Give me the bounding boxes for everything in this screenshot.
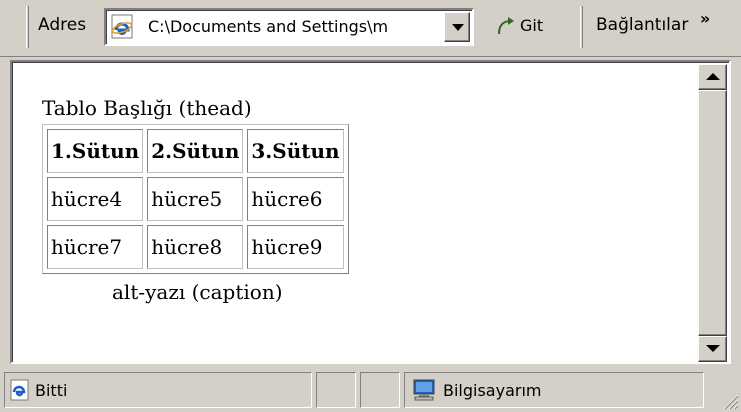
toolbar-grip[interactable] bbox=[580, 6, 583, 48]
scroll-thumb[interactable] bbox=[698, 90, 727, 336]
status-bar: Bitti Bilgisayarım bbox=[0, 368, 741, 412]
address-dropdown-button[interactable] bbox=[444, 12, 470, 42]
ie-page-icon bbox=[10, 379, 29, 401]
table-header-row: 1.Sütun 2.Sütun 3.Sütun bbox=[47, 129, 344, 173]
table-row: hücre7 hücre8 hücre9 bbox=[47, 225, 344, 269]
table-thead-title: Tablo Başlığı (thead) bbox=[42, 96, 252, 120]
table-caption: alt-yazı (caption) bbox=[112, 280, 283, 304]
scroll-up-button[interactable] bbox=[698, 64, 727, 90]
scroll-down-button[interactable] bbox=[698, 336, 727, 362]
demo-table-block: Tablo Başlığı (thead) 1.Sütun 2.Sütun 3.… bbox=[42, 96, 349, 304]
table-cell: hücre9 bbox=[247, 225, 344, 269]
address-label: Adres bbox=[38, 15, 87, 35]
links-toolbar[interactable]: Bağlantılar bbox=[596, 15, 688, 35]
table-cell: hücre8 bbox=[147, 225, 244, 269]
resize-grip-icon[interactable] bbox=[719, 390, 739, 410]
browser-content-frame: Tablo Başlığı (thead) 1.Sütun 2.Sütun 3.… bbox=[10, 60, 731, 364]
table-header-cell: 2.Sütun bbox=[147, 129, 244, 173]
table-cell: hücre7 bbox=[47, 225, 144, 269]
zone-panel: Bilgisayarım bbox=[404, 372, 704, 408]
status-panel-empty bbox=[316, 372, 356, 408]
go-arrow-icon bbox=[498, 17, 514, 35]
ie-page-icon bbox=[111, 14, 133, 39]
status-panel: Bitti bbox=[4, 372, 312, 408]
address-toolbar: Adres C:\Documents and Settings\m Git Ba… bbox=[0, 0, 741, 57]
zone-text: Bilgisayarım bbox=[443, 381, 542, 400]
page-content: Tablo Başlığı (thead) 1.Sütun 2.Sütun 3.… bbox=[14, 64, 702, 362]
toolbar-grip[interactable] bbox=[26, 6, 29, 48]
my-computer-icon bbox=[413, 379, 435, 401]
go-label: Git bbox=[520, 16, 544, 35]
chevron-more-icon[interactable]: » bbox=[700, 9, 710, 28]
table-header-cell: 1.Sütun bbox=[47, 129, 144, 173]
vertical-scrollbar[interactable] bbox=[698, 64, 727, 362]
status-text: Bitti bbox=[35, 381, 68, 400]
table-cell: hücre6 bbox=[247, 177, 344, 221]
status-panel-empty bbox=[360, 372, 400, 408]
table-header-cell: 3.Sütun bbox=[247, 129, 344, 173]
address-combobox[interactable]: C:\Documents and Settings\m bbox=[104, 8, 474, 46]
table-cell: hücre4 bbox=[47, 177, 144, 221]
address-input[interactable]: C:\Documents and Settings\m bbox=[148, 17, 428, 36]
go-button[interactable]: Git bbox=[492, 8, 564, 44]
table-cell: hücre5 bbox=[147, 177, 244, 221]
demo-table: 1.Sütun 2.Sütun 3.Sütun hücre4 hücre5 hü… bbox=[42, 124, 349, 274]
table-row: hücre4 hücre5 hücre6 bbox=[47, 177, 344, 221]
